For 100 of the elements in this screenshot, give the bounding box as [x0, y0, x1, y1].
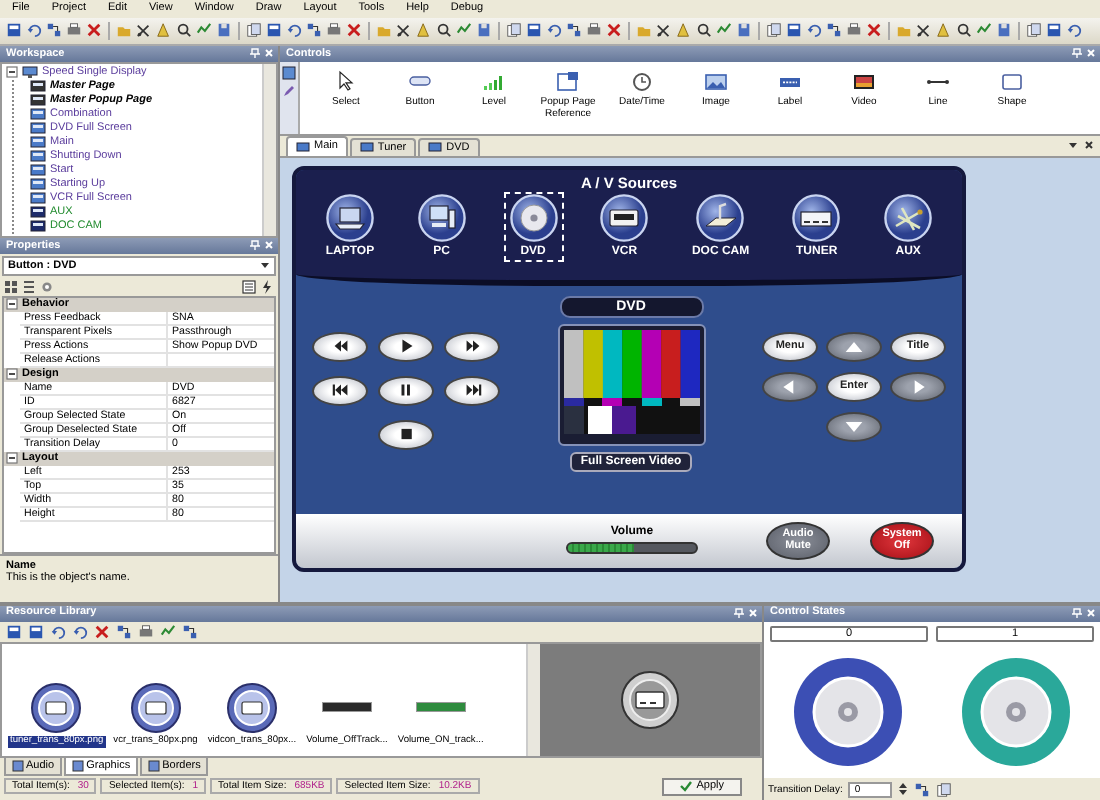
pencil-icon[interactable] [282, 83, 296, 98]
volume-track[interactable] [566, 542, 698, 555]
tool-icon[interactable] [846, 22, 862, 39]
tool-icon[interactable] [286, 22, 302, 39]
cables-icon [884, 193, 933, 242]
round-button-icon [30, 682, 83, 735]
tool-icon[interactable] [46, 22, 62, 39]
tool-icon[interactable] [396, 22, 412, 39]
collapse-icon[interactable] [6, 66, 18, 79]
rewind-button[interactable] [312, 331, 368, 362]
tool-icon[interactable] [916, 22, 932, 39]
skip-forward-button[interactable] [444, 375, 500, 406]
tool-icon[interactable] [866, 22, 882, 39]
tool-icon[interactable] [66, 22, 82, 39]
close-icon [1086, 48, 1096, 59]
page-icon [359, 142, 374, 153]
disc-icon [980, 676, 1052, 748]
left-arrow-button[interactable] [762, 371, 818, 402]
stop-button[interactable] [378, 419, 434, 450]
tool-icon[interactable] [806, 22, 822, 39]
rewind-icon [329, 338, 351, 355]
round-button-icon [129, 682, 182, 735]
pin-icon [1072, 608, 1082, 619]
tool-icon[interactable] [136, 22, 152, 39]
tool-icon[interactable] [586, 22, 602, 39]
rectangle-icon [1000, 69, 1024, 94]
panel-icon[interactable] [282, 65, 296, 80]
collapse-icon[interactable] [6, 298, 18, 311]
tool-icon[interactable] [1066, 22, 1082, 39]
collapse-icon[interactable] [6, 368, 18, 381]
collapse-icon[interactable] [6, 452, 18, 465]
down-arrow-button[interactable] [826, 411, 882, 442]
video-icon [852, 69, 876, 94]
tool-icon[interactable] [546, 22, 562, 39]
dropdown-icon[interactable] [260, 260, 270, 271]
cursor-icon [334, 69, 358, 94]
document-camera-icon [696, 193, 745, 242]
property-pages-icon[interactable] [242, 279, 256, 294]
tool-icon[interactable] [6, 22, 22, 39]
tool-icon[interactable] [914, 781, 931, 797]
clock-icon [630, 69, 654, 94]
tool-icon[interactable] [1046, 22, 1062, 39]
tool-icon[interactable] [182, 623, 198, 640]
tool-icon[interactable] [936, 781, 953, 797]
check-icon [680, 780, 693, 793]
tool-icon[interactable] [696, 22, 712, 39]
tool-icon[interactable] [506, 22, 522, 39]
pin-icon [1072, 48, 1082, 59]
tool-icon[interactable] [26, 22, 42, 39]
tool-icon[interactable] [116, 623, 132, 640]
tool-icon[interactable] [6, 623, 22, 640]
tool-icon[interactable] [436, 22, 452, 39]
popup-window-icon [556, 69, 580, 94]
tool-icon[interactable] [346, 22, 362, 39]
lightning-icon[interactable] [260, 279, 274, 294]
pause-button[interactable] [378, 375, 434, 406]
tape-icon [600, 193, 649, 242]
page-icon [296, 141, 310, 152]
categorized-icon[interactable] [4, 279, 18, 294]
close-icon [264, 48, 274, 59]
close-icon [1086, 608, 1096, 619]
laptop-icon [325, 193, 374, 242]
scrollbar[interactable] [262, 63, 276, 236]
close-icon[interactable] [1084, 140, 1094, 151]
pin-icon [250, 48, 260, 59]
skip-back-button[interactable] [312, 375, 368, 406]
right-arrow-button[interactable] [890, 371, 946, 402]
tool-icon[interactable] [94, 623, 110, 640]
tool-icon[interactable] [826, 22, 842, 39]
dropdown-icon[interactable] [1068, 140, 1078, 151]
scrollbar[interactable] [526, 643, 540, 756]
tool-icon[interactable] [606, 22, 622, 39]
tool-icon[interactable] [656, 22, 672, 39]
tool-icon[interactable] [786, 22, 802, 39]
tool-icon[interactable] [266, 22, 282, 39]
tool-icon[interactable] [86, 22, 102, 39]
up-arrow-button[interactable] [826, 331, 882, 362]
tuner-icon [792, 193, 841, 242]
tool-icon[interactable] [326, 22, 342, 39]
tool-icon[interactable] [246, 22, 262, 39]
page-icon [428, 142, 443, 153]
fast-forward-button[interactable] [444, 331, 500, 362]
skip-forward-icon [461, 382, 483, 399]
play-button[interactable] [378, 331, 434, 362]
tool-icon[interactable] [138, 623, 154, 640]
spin-icon[interactable] [898, 782, 909, 796]
tool-icon[interactable] [28, 623, 44, 640]
tool-icon[interactable] [526, 22, 542, 39]
computer-icon [417, 193, 466, 242]
tool-icon[interactable] [766, 22, 782, 39]
tool-icon[interactable] [176, 22, 192, 39]
round-button-icon [225, 682, 278, 735]
pin-icon [734, 608, 744, 619]
tool-icon[interactable] [1026, 22, 1042, 39]
tool-icon[interactable] [956, 22, 972, 39]
tool-icon[interactable] [566, 22, 582, 39]
sort-icon[interactable] [22, 279, 36, 294]
tool-icon[interactable] [306, 22, 322, 39]
fast-forward-icon [461, 338, 483, 355]
display-icon [22, 66, 38, 79]
